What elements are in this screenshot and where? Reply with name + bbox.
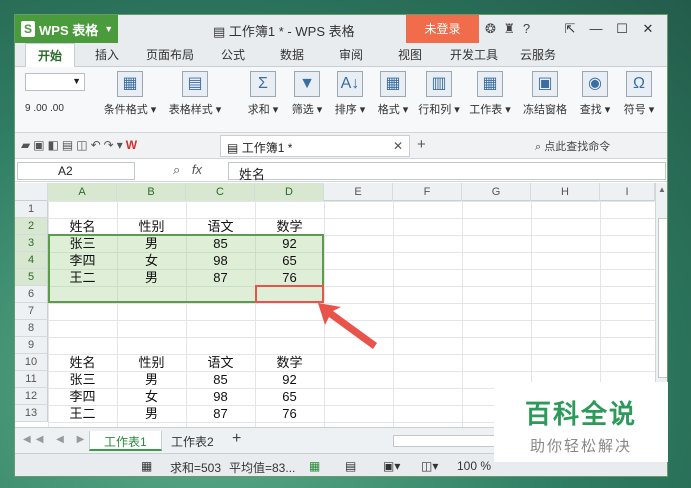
table-style-icon: ▤ bbox=[182, 71, 208, 97]
find-icon: ◉ bbox=[582, 71, 608, 97]
fx-icons: ⌕ fx bbox=[173, 162, 202, 178]
table-style-button[interactable]: ▤ 表格样式 ▾ bbox=[165, 71, 225, 117]
tab-data[interactable]: 数据 bbox=[280, 46, 304, 63]
reading-mode-icon[interactable]: ▣▾ bbox=[383, 459, 400, 473]
tab-home[interactable]: 开始 bbox=[25, 43, 76, 67]
wps-logo-icon: S bbox=[21, 21, 35, 37]
filter-button[interactable]: ▼ 筛选 ▾ bbox=[287, 71, 327, 117]
tab-review[interactable]: 审阅 bbox=[339, 46, 363, 63]
sort-icon: A↓ bbox=[337, 71, 363, 97]
help-icon[interactable]: ? bbox=[523, 21, 532, 36]
document-icon: ▤ bbox=[227, 141, 239, 155]
tab-page-layout[interactable]: 页面布局 bbox=[146, 46, 194, 63]
print-icon[interactable]: ▤ bbox=[62, 138, 76, 152]
window-title: ▤ 工作簿1 * - WPS 表格 bbox=[213, 24, 355, 39]
document-tab[interactable]: ▤ 工作簿1 * ✕ bbox=[220, 135, 410, 157]
preview-icon[interactable]: ◫ bbox=[76, 138, 90, 152]
watermark: 百科全说 助你轻松解决 bbox=[494, 382, 668, 462]
close-tab-icon[interactable]: ✕ bbox=[393, 139, 403, 153]
eye-protection-icon[interactable]: ◫▾ bbox=[421, 459, 438, 473]
conditional-format-icon: ▦ bbox=[117, 71, 143, 97]
symbol-icon: Ω bbox=[626, 71, 652, 97]
shirt-icon[interactable]: ♜ bbox=[504, 21, 518, 36]
watermark-subtitle: 助你轻松解决 bbox=[529, 438, 632, 455]
tab-cloud[interactable]: 云服务 bbox=[520, 46, 556, 63]
worksheet-button[interactable]: ▦ 工作表 ▾ bbox=[467, 71, 513, 117]
name-box[interactable]: A2 bbox=[17, 162, 135, 180]
minimize-button[interactable]: — bbox=[583, 17, 609, 41]
tab-view[interactable]: 视图 bbox=[398, 46, 422, 63]
window-controls: ⇱ — ☐ ✕ bbox=[557, 17, 661, 41]
page-break-view-icon[interactable]: ▤ bbox=[345, 459, 356, 473]
quick-find[interactable]: ⌕ 点此查找命令 bbox=[535, 138, 610, 154]
freeze-panes-icon: ▣ bbox=[532, 71, 558, 97]
export-pdf-icon[interactable]: ◧ bbox=[48, 138, 62, 152]
zoom-level[interactable]: 100 % bbox=[457, 459, 491, 473]
scroll-thumb[interactable] bbox=[658, 218, 667, 378]
wps-icon[interactable]: W bbox=[126, 138, 140, 152]
find-button[interactable]: ◉ 查找 ▾ bbox=[575, 71, 615, 117]
conditional-format-button[interactable]: ▦ 条件格式 ▾ bbox=[100, 71, 160, 117]
restore-ribbon-icon[interactable]: ⇱ bbox=[557, 17, 583, 41]
tab-formulas[interactable]: 公式 bbox=[221, 46, 245, 63]
sheet-tab-2[interactable]: 工作表2 bbox=[157, 431, 228, 451]
formula-bar: A2 ⌕ fx 姓名 bbox=[15, 160, 667, 182]
ribbon: ▼ 9 .00 .00 ▦ 条件格式 ▾ ▤ 表格样式 ▾ Σ 求和 ▾ ▼ 筛选 ▾ … bbox=[15, 67, 667, 133]
add-sheet-icon[interactable]: + bbox=[232, 430, 241, 448]
zoom-icon[interactable]: ⌕ bbox=[173, 162, 180, 177]
font-size-select[interactable]: ▼ bbox=[25, 73, 85, 91]
status-average: 平均值=83... bbox=[229, 461, 296, 475]
close-button[interactable]: ✕ bbox=[635, 17, 661, 41]
sum-button[interactable]: Σ 求和 ▾ bbox=[243, 71, 283, 117]
fx-icon[interactable]: fx bbox=[192, 162, 202, 177]
calculator-icon: ▦ bbox=[141, 459, 153, 473]
chevron-down-icon: ▼ bbox=[72, 76, 81, 86]
save-icon[interactable]: ▣ bbox=[33, 138, 47, 152]
rows-cols-icon: ▥ bbox=[426, 71, 452, 97]
login-button[interactable]: 未登录 bbox=[406, 15, 479, 43]
formula-input[interactable]: 姓名 bbox=[228, 162, 666, 182]
normal-view-icon[interactable]: ▦ bbox=[309, 459, 320, 473]
new-tab-icon[interactable]: + bbox=[417, 136, 426, 153]
undo-icon[interactable]: ↶ bbox=[91, 138, 104, 152]
symbol-button[interactable]: Ω 符号 ▾ bbox=[619, 71, 659, 117]
qat-icons: ▰▣◧▤◫↶↷▾W bbox=[21, 138, 140, 152]
app-menu-button[interactable]: S WPS 表格 ▼ bbox=[15, 15, 118, 43]
filter-icon: ▼ bbox=[294, 71, 320, 97]
format-icon: ▦ bbox=[380, 71, 406, 97]
chevron-down-icon: ▼ bbox=[104, 24, 114, 34]
sort-button[interactable]: A↓ 排序 ▾ bbox=[330, 71, 370, 117]
tab-developer[interactable]: 开发工具 bbox=[450, 46, 498, 63]
watermark-title: 百科全说 bbox=[524, 399, 637, 429]
search-icon: ⌕ bbox=[535, 141, 542, 153]
open-icon[interactable]: ▰ bbox=[21, 138, 33, 152]
format-button[interactable]: ▦ 格式 ▾ bbox=[373, 71, 413, 117]
customize-icon[interactable]: ▾ bbox=[117, 138, 126, 152]
quick-access-toolbar: ▰▣◧▤◫↶↷▾W ▤ 工作簿1 * ✕ + ⌕ 点此查找命令 bbox=[15, 133, 667, 159]
status-sum: 求和=503 bbox=[170, 461, 222, 475]
maximize-button[interactable]: ☐ bbox=[609, 17, 635, 41]
redo-icon[interactable]: ↷ bbox=[104, 138, 117, 152]
freeze-panes-button[interactable]: ▣ 冻结窗格 bbox=[520, 71, 570, 117]
worksheet-icon: ▦ bbox=[477, 71, 503, 97]
sum-icon: Σ bbox=[250, 71, 276, 97]
scroll-up-icon[interactable]: ▲ bbox=[658, 185, 666, 194]
rows-cols-button[interactable]: ▥ 行和列 ▾ bbox=[416, 71, 462, 117]
sheet-tab-1[interactable]: 工作表1 bbox=[89, 431, 162, 451]
menu-tabs: 开始 插入 页面布局 公式 数据 审阅 视图 开发工具 云服务 bbox=[15, 43, 667, 67]
titlebar-tools: ❂ ♜ ? bbox=[485, 21, 532, 37]
tab-insert[interactable]: 插入 bbox=[95, 46, 119, 63]
skin-icon[interactable]: ❂ bbox=[485, 21, 498, 36]
document-icon: ▤ bbox=[213, 24, 226, 39]
title-bar: S WPS 表格 ▼ ▤ 工作簿1 * - WPS 表格 未登录 ❂ ♜ ? ⇱… bbox=[15, 15, 667, 43]
number-format-buttons[interactable]: 9 .00 .00 bbox=[25, 103, 64, 114]
app-name: WPS 表格 bbox=[39, 22, 99, 38]
